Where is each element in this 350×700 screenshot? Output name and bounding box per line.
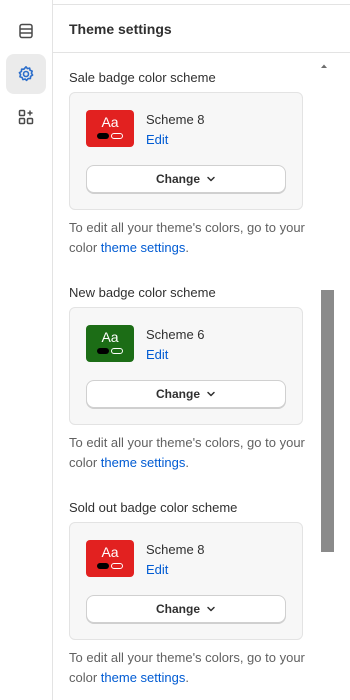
color-scheme-swatch[interactable]: Aa: [86, 325, 134, 362]
swatch-primary-pill: [97, 563, 109, 569]
theme-editor: Theme settings Sale badge color scheme A…: [0, 0, 350, 700]
scrollbar-thumb[interactable]: [321, 290, 334, 552]
gear-icon: [17, 65, 35, 83]
scheme-name: Scheme 8: [146, 542, 205, 557]
edit-scheme-link[interactable]: Edit: [146, 347, 168, 362]
theme-settings-link[interactable]: theme settings: [101, 670, 186, 685]
scroll-up-arrow-icon[interactable]: [319, 57, 329, 68]
rail-sections-button[interactable]: [6, 11, 46, 51]
swatch-primary-pill: [97, 133, 109, 139]
theme-settings-link[interactable]: theme settings: [101, 240, 186, 255]
swatch-sample-text: Aa: [101, 329, 119, 345]
color-scheme-card-new-badge: Aa Scheme 6 Edit Change: [69, 307, 303, 425]
change-button-label: Change: [155, 172, 200, 186]
apps-icon: [17, 108, 35, 126]
color-scheme-swatch[interactable]: Aa: [86, 540, 134, 577]
help-text-suffix: .: [185, 240, 189, 255]
theme-settings-panel: Theme settings Sale badge color scheme A…: [53, 0, 350, 700]
theme-settings-link[interactable]: theme settings: [101, 455, 186, 470]
section-label-new-badge: New badge color scheme: [69, 285, 216, 300]
help-text-suffix: .: [185, 670, 189, 685]
sections-icon: [17, 22, 35, 40]
color-scheme-card-sold-out-badge: Aa Scheme 8 Edit Change: [69, 522, 303, 640]
rail-theme-settings-button[interactable]: [6, 54, 46, 94]
scheme-name: Scheme 6: [146, 327, 205, 342]
section-label-sale-badge: Sale badge color scheme: [69, 70, 216, 85]
color-scheme-swatch[interactable]: Aa: [86, 110, 134, 147]
panel-header: Theme settings: [53, 5, 350, 53]
swatch-secondary-pill: [111, 348, 123, 354]
help-text: To edit all your theme's colors, go to y…: [69, 433, 309, 473]
icon-rail: [0, 0, 53, 700]
change-scheme-button[interactable]: Change: [86, 595, 286, 623]
page-title: Theme settings: [69, 21, 172, 37]
scheme-name: Scheme 8: [146, 112, 205, 127]
chevron-down-icon: [206, 174, 216, 184]
edit-scheme-link[interactable]: Edit: [146, 132, 168, 147]
change-button-label: Change: [155, 387, 200, 401]
help-text: To edit all your theme's colors, go to y…: [69, 218, 309, 258]
chevron-down-icon: [206, 604, 216, 614]
swatch-secondary-pill: [111, 133, 123, 139]
section-label-sold-out-badge: Sold out badge color scheme: [69, 500, 238, 515]
swatch-secondary-pill: [111, 563, 123, 569]
color-scheme-card-sale-badge: Aa Scheme 8 Edit Change: [69, 92, 303, 210]
edit-scheme-link[interactable]: Edit: [146, 562, 168, 577]
swatch-primary-pill: [97, 348, 109, 354]
change-button-label: Change: [155, 602, 200, 616]
swatch-sample-text: Aa: [101, 114, 119, 130]
change-scheme-button[interactable]: Change: [86, 165, 286, 193]
rail-apps-button[interactable]: [6, 97, 46, 137]
change-scheme-button[interactable]: Change: [86, 380, 286, 408]
help-text-suffix: .: [185, 455, 189, 470]
chevron-down-icon: [206, 389, 216, 399]
help-text: To edit all your theme's colors, go to y…: [69, 648, 309, 688]
swatch-sample-text: Aa: [101, 544, 119, 560]
